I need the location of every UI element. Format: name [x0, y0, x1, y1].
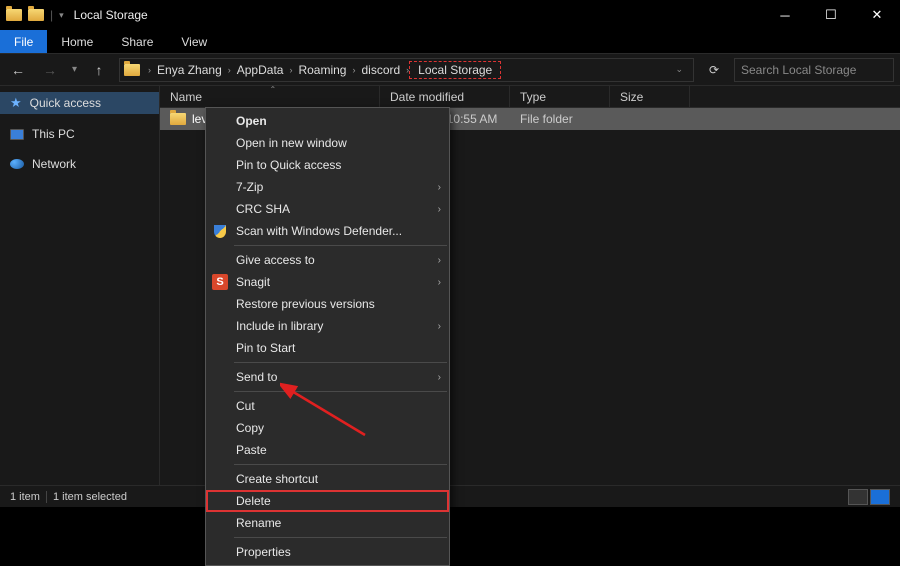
- ctx-cut[interactable]: Cut: [206, 395, 449, 417]
- ctx-send-to[interactable]: Send to›: [206, 366, 449, 388]
- shield-icon: [212, 223, 228, 239]
- ctx-create-shortcut[interactable]: Create shortcut: [206, 468, 449, 490]
- ctx-delete[interactable]: Delete: [206, 490, 449, 512]
- column-date[interactable]: Date modified: [380, 86, 510, 107]
- ribbon-tabs: File Home Share View: [0, 30, 900, 54]
- ctx-7zip[interactable]: 7-Zip›: [206, 176, 449, 198]
- app-icon: [6, 9, 22, 21]
- submenu-arrow-icon: ›: [438, 182, 441, 193]
- tab-file[interactable]: File: [0, 30, 47, 53]
- history-dropdown[interactable]: ▾: [70, 64, 79, 75]
- ctx-separator: [234, 245, 447, 246]
- column-headers: Name ⌃ Date modified Type Size: [160, 86, 900, 108]
- forward-button[interactable]: →: [38, 58, 62, 82]
- submenu-arrow-icon: ›: [438, 204, 441, 215]
- ctx-copy[interactable]: Copy: [206, 417, 449, 439]
- sort-indicator-icon: ⌃: [270, 85, 277, 94]
- breadcrumb-item[interactable]: Roaming: [294, 63, 350, 77]
- sidebar-this-pc[interactable]: This PC: [0, 124, 159, 144]
- tab-home[interactable]: Home: [47, 30, 107, 53]
- view-thumbnails-button[interactable]: [870, 489, 890, 505]
- ctx-separator: [234, 391, 447, 392]
- column-name[interactable]: Name ⌃: [160, 86, 380, 107]
- chevron-icon[interactable]: ›: [287, 65, 294, 75]
- breadcrumb-item[interactable]: AppData: [233, 63, 288, 77]
- navigation-pane: ★ Quick access This PC Network: [0, 86, 160, 485]
- column-size[interactable]: Size: [610, 86, 690, 107]
- context-menu: Open Open in new window Pin to Quick acc…: [205, 107, 450, 566]
- up-button[interactable]: ↑: [87, 58, 111, 82]
- submenu-arrow-icon: ›: [438, 277, 441, 288]
- minimize-button[interactable]: ─: [762, 0, 808, 30]
- breadcrumb-item[interactable]: Enya Zhang: [153, 63, 226, 77]
- address-dropdown-icon[interactable]: ⌄: [669, 64, 689, 75]
- window-title: Local Storage: [74, 8, 148, 22]
- sidebar-network[interactable]: Network: [0, 154, 159, 174]
- ctx-give-access[interactable]: Give access to›: [206, 249, 449, 271]
- status-separator: [46, 491, 47, 503]
- folder-icon: [170, 113, 186, 125]
- titlebar: | ▾ Local Storage ─ ☐ ✕: [0, 0, 900, 30]
- breadcrumb-item-current[interactable]: Local Storage: [409, 61, 501, 79]
- ctx-open-new-window[interactable]: Open in new window: [206, 132, 449, 154]
- ctx-separator: [234, 362, 447, 363]
- ctx-defender[interactable]: Scan with Windows Defender...: [206, 220, 449, 242]
- submenu-arrow-icon: ›: [438, 255, 441, 266]
- pc-icon: [10, 129, 24, 140]
- star-icon: ★: [10, 95, 22, 111]
- sidebar-label: Quick access: [30, 96, 101, 110]
- address-folder-icon: [124, 64, 140, 76]
- sidebar-quick-access[interactable]: ★ Quick access: [0, 92, 159, 114]
- chevron-icon[interactable]: ›: [350, 65, 357, 75]
- refresh-button[interactable]: ⟳: [702, 58, 726, 82]
- qat-dropdown-icon[interactable]: ▾: [59, 10, 64, 21]
- chevron-icon[interactable]: ›: [226, 65, 233, 75]
- ctx-crc-sha[interactable]: CRC SHA›: [206, 198, 449, 220]
- search-input[interactable]: Search Local Storage: [734, 58, 894, 82]
- breadcrumb-item[interactable]: discord: [357, 63, 404, 77]
- address-bar[interactable]: › Enya Zhang › AppData › Roaming › disco…: [119, 58, 694, 82]
- ctx-properties[interactable]: Properties: [206, 541, 449, 563]
- snagit-icon: S: [212, 274, 228, 290]
- ctx-restore-versions[interactable]: Restore previous versions: [206, 293, 449, 315]
- ctx-paste[interactable]: Paste: [206, 439, 449, 461]
- status-selected-count: 1 item selected: [53, 491, 127, 503]
- view-details-button[interactable]: [848, 489, 868, 505]
- status-bar: 1 item 1 item selected: [0, 485, 900, 507]
- network-icon: [10, 159, 24, 169]
- tab-share[interactable]: Share: [107, 30, 167, 53]
- ctx-separator: [234, 537, 447, 538]
- submenu-arrow-icon: ›: [438, 321, 441, 332]
- column-type[interactable]: Type: [510, 86, 610, 107]
- back-button[interactable]: ←: [6, 58, 30, 82]
- ctx-include-library[interactable]: Include in library›: [206, 315, 449, 337]
- ctx-separator: [234, 464, 447, 465]
- submenu-arrow-icon: ›: [438, 372, 441, 383]
- ctx-open[interactable]: Open: [206, 110, 449, 132]
- ctx-pin-start[interactable]: Pin to Start: [206, 337, 449, 359]
- qat-separator: |: [50, 8, 53, 22]
- ctx-rename[interactable]: Rename: [206, 512, 449, 534]
- tab-view[interactable]: View: [167, 30, 221, 53]
- qat-explorer-icon[interactable]: [28, 9, 44, 21]
- status-item-count: 1 item: [10, 491, 40, 503]
- file-type: File folder: [510, 112, 610, 126]
- chevron-icon[interactable]: ›: [146, 65, 153, 75]
- close-button[interactable]: ✕: [854, 0, 900, 30]
- navigation-bar: ← → ▾ ↑ › Enya Zhang › AppData › Roaming…: [0, 54, 900, 86]
- maximize-button[interactable]: ☐: [808, 0, 854, 30]
- ctx-pin-quick-access[interactable]: Pin to Quick access: [206, 154, 449, 176]
- sidebar-label: This PC: [32, 127, 75, 141]
- sidebar-label: Network: [32, 157, 76, 171]
- ctx-snagit[interactable]: SSnagit›: [206, 271, 449, 293]
